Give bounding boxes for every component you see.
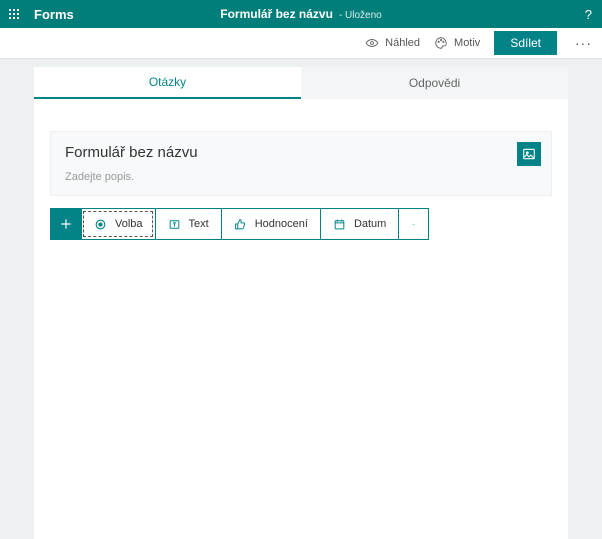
theme-label: Motiv — [454, 37, 480, 49]
tab-responses[interactable]: Odpovědi — [301, 67, 568, 99]
insert-image-button[interactable] — [517, 142, 541, 166]
document-title[interactable]: Formulář bez názvu — [220, 7, 333, 21]
eye-icon — [365, 36, 379, 50]
share-button[interactable]: Sdílet — [494, 31, 557, 55]
calendar-icon — [333, 218, 346, 231]
app-launcher-icon[interactable] — [0, 0, 28, 28]
date-label: Datum — [354, 218, 386, 230]
tabs: Otázky Odpovědi — [34, 67, 568, 99]
choice-label: Volba — [115, 218, 143, 230]
save-status: - Uloženo — [339, 10, 382, 21]
radio-icon — [94, 218, 107, 231]
chevron-down-icon — [411, 218, 416, 231]
form-title-input[interactable]: Formulář bez názvu — [65, 144, 537, 161]
form-description-input[interactable]: Zadejte popis. — [65, 171, 537, 183]
rating-label: Hodnocení — [255, 218, 308, 230]
form-title-card[interactable]: Formulář bez názvu Zadejte popis. — [50, 131, 552, 196]
question-type-choice[interactable]: Volba — [81, 209, 155, 239]
tab-questions[interactable]: Otázky — [34, 67, 301, 99]
question-type-text[interactable]: Text — [155, 209, 221, 239]
image-icon — [522, 147, 536, 161]
theme-button[interactable]: Motiv — [434, 36, 480, 50]
command-bar: Náhled Motiv Sdílet ··· — [0, 28, 602, 59]
text-icon — [168, 218, 181, 231]
text-label: Text — [189, 218, 209, 230]
question-type-more[interactable] — [398, 209, 428, 239]
more-button[interactable]: ··· — [571, 35, 596, 51]
top-bar: Forms Formulář bez názvu - Uloženo ? — [0, 0, 602, 28]
plus-icon — [59, 217, 73, 231]
preview-label: Náhled — [385, 37, 420, 49]
palette-icon — [434, 36, 448, 50]
questions-panel: Formulář bez názvu Zadejte popis. Volba … — [34, 99, 568, 539]
add-question-button[interactable] — [51, 209, 81, 239]
question-type-rating[interactable]: Hodnocení — [221, 209, 320, 239]
preview-button[interactable]: Náhled — [365, 36, 420, 50]
canvas: Otázky Odpovědi Formulář bez názvu Zadej… — [0, 59, 602, 539]
help-icon[interactable]: ? — [585, 7, 592, 22]
add-question-row: Volba Text Hodnocení Datum — [50, 208, 429, 240]
thumbs-up-icon — [234, 218, 247, 231]
question-type-date[interactable]: Datum — [320, 209, 398, 239]
brand-label: Forms — [34, 7, 74, 22]
document-title-group: Formulář bez názvu - Uloženo — [220, 7, 382, 21]
